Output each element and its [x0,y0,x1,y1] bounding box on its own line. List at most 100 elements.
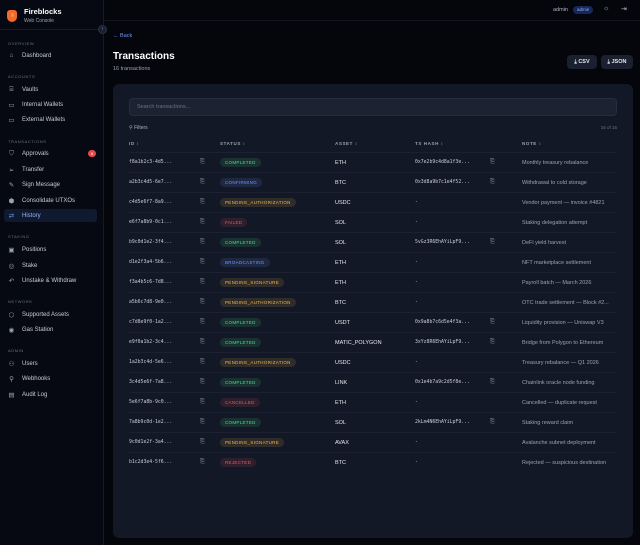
collapse-sidebar-button[interactable]: ‹ [98,25,107,34]
filters-button[interactable]: ⚲ Filters [129,125,148,131]
sidebar-item-unstake-withdraw[interactable]: ↶ Unstake & Withdraw [4,274,97,287]
transaction-id: 3c4d5e6f-7a8... [129,380,173,385]
table-row[interactable]: b1c2d3e4-5f6... ⎘ REJECTED BTC - Rejecte… [129,452,617,472]
logout-icon[interactable]: ⇥ [621,5,627,13]
bank-icon: ⌸ [9,85,14,93]
sidebar-item-approvals[interactable]: ⛉ Approvals 6 [4,147,97,160]
table-row[interactable]: f3a4b5c6-7d8... ⎘ PENDING_SIGNATURE ETH … [129,272,617,292]
pen-icon: ✎ [8,181,15,189]
sidebar-item-internal-wallets[interactable]: ▭ Internal Wallets [4,98,97,111]
table-row[interactable]: 7a8b9c0d-1e2... ⎘ COMPLETED SOL 2kLm4N6E… [129,412,617,432]
sidebar-item-audit-log[interactable]: ▤ Audit Log [4,388,97,401]
sidebar-item-gas-station[interactable]: ◉ Gas Station [4,323,97,336]
copy-id-icon[interactable]: ⎘ [200,359,205,366]
log-icon: ▤ [8,391,15,399]
export-json-button[interactable]: ⤓ JSON [601,55,633,69]
table-row[interactable]: 9c0d1e2f-3a4... ⎘ PENDING_SIGNATURE AVAX… [129,432,617,452]
sidebar-item-supported-assets[interactable]: ⬡ Supported Assets [4,308,97,321]
section-label: NETWORK [8,299,33,304]
table-row[interactable]: d1e2f3a4-5b6... ⎘ BROADCASTING ETH - NFT… [129,252,617,272]
tx-hash: 0x1e4b7a9c2d5f8e... [415,380,470,385]
table-row[interactable]: c7d8e9f0-1a2... ⎘ COMPLETED USDT 0x9a8b7… [129,312,617,332]
copy-id-icon[interactable]: ⎘ [200,459,205,466]
target-icon: ◎ [8,262,15,270]
note: Withdrawal to cold storage [522,180,587,186]
webhook-icon: ⚲ [9,375,14,383]
theme-toggle-icon[interactable]: ☼ [603,5,609,12]
asset: MATIC_POLYGON [335,340,382,346]
brand[interactable]: Fireblocks Web Console [7,7,62,24]
table-row[interactable]: c4d5e6f7-8a9... ⎘ PENDING_AUTHORIZATION … [129,192,617,212]
copy-hash-icon[interactable]: ⎘ [490,419,495,426]
export-csv-button[interactable]: ⤓ CSV [567,55,597,69]
note: Liquidity provision — Uniswap V3 [522,320,604,326]
sidebar-item-sign-message[interactable]: ✎ Sign Message [4,178,97,191]
send-icon: ➢ [8,166,15,174]
tx-hash: - [415,300,418,305]
sidebar-item-webhooks[interactable]: ⚲ Webhooks [4,372,97,385]
sidebar-item-history[interactable]: ⇄ History [4,209,97,222]
copy-id-icon[interactable]: ⎘ [200,439,205,446]
back-link[interactable]: ← Back [113,33,132,39]
sidebar-item-positions[interactable]: ▣ Positions [4,243,97,256]
sidebar-item-dashboard[interactable]: ⌂ Dashboard [4,49,97,62]
tx-hash: 0x3d8a9b7c1e4f52... [415,180,470,185]
column-header-status[interactable]: STATUS ↕ [220,141,246,146]
copy-id-icon[interactable]: ⎘ [200,259,205,266]
copy-id-icon[interactable]: ⎘ [200,279,205,286]
copy-id-icon[interactable]: ⎘ [200,299,205,306]
note: Rejected — suspicious destination [522,460,607,466]
status-badge: FAILED [220,217,248,227]
sidebar-item-transfer[interactable]: ➢ Transfer [4,163,97,176]
column-header-tx-hash[interactable]: TX HASH ↕ [415,141,444,146]
table-row[interactable]: 1a2b3c4d-5e6... ⎘ PENDING_AUTHORIZATION … [129,352,617,372]
sidebar-item-label: Supported Assets [22,311,70,318]
table-row[interactable]: e6f7a8b9-0c1... ⎘ FAILED SOL - Staking d… [129,212,617,232]
status-badge: COMPLETED [220,377,261,387]
table-row[interactable]: b9c0d1e2-3f4... ⎘ COMPLETED SOL 5vGz3R6E… [129,232,617,252]
copy-hash-icon[interactable]: ⎘ [490,179,495,186]
transaction-id: 7a8b9c0d-1e2... [129,420,173,425]
table-row[interactable]: a5b6c7d8-9e0... ⎘ PENDING_AUTHORIZATION … [129,292,617,312]
copy-id-icon[interactable]: ⎘ [200,339,205,346]
sidebar-item-label: Unstake & Withdraw [22,277,77,284]
asset: SOL [335,220,347,226]
copy-id-icon[interactable]: ⎘ [200,399,205,406]
table-row[interactable]: 3c4d5e6f-7a8... ⎘ COMPLETED LINK 0x1e4b7… [129,372,617,392]
column-header-id[interactable]: ID ↕ [129,141,139,146]
column-header-asset[interactable]: ASSET ↕ [335,141,358,146]
copy-id-icon[interactable]: ⎘ [200,419,205,426]
copy-hash-icon[interactable]: ⎘ [490,319,495,326]
sidebar-item-external-wallets[interactable]: ▭ External Wallets [4,113,97,126]
search-input[interactable]: Search transactions... [129,98,617,116]
copy-id-icon[interactable]: ⎘ [200,219,205,226]
table-row[interactable]: a2b3c4d5-6e7... ⎘ CONFIRMING BTC 0x3d8a9… [129,172,617,192]
transaction-id: d1e2f3a4-5b6... [129,260,173,265]
note: NFT marketplace settlement [522,260,591,266]
sidebar-item-stake[interactable]: ◎ Stake [4,259,97,272]
column-header-note[interactable]: NOTE ↕ [522,141,542,146]
copy-id-icon[interactable]: ⎘ [200,319,205,326]
note: OTC trade settlement — Block #2... [522,300,609,306]
table-row[interactable]: f8a1b2c3-4d5... ⎘ COMPLETED ETH 0x7e2b9c… [129,152,617,172]
copy-id-icon[interactable]: ⎘ [200,239,205,246]
copy-hash-icon[interactable]: ⎘ [490,159,495,166]
table-row[interactable]: e9f0a1b2-3c4... ⎘ COMPLETED MATIC_POLYGO… [129,332,617,352]
copy-id-icon[interactable]: ⎘ [200,179,205,186]
copy-hash-icon[interactable]: ⎘ [490,239,495,246]
copy-id-icon[interactable]: ⎘ [200,159,205,166]
sidebar-item-consolidate-utxos[interactable]: ⬢ Consolidate UTXOs [4,194,97,207]
copy-id-icon[interactable]: ⎘ [200,199,205,206]
asset: BTC [335,300,346,306]
section-label: STAKING [8,234,30,239]
sidebar-item-label: History [22,212,41,219]
copy-hash-icon[interactable]: ⎘ [490,339,495,346]
tx-hash: 0x9a8b7c6d5e4f3a... [415,320,470,325]
copy-hash-icon[interactable]: ⎘ [490,379,495,386]
sidebar-item-vaults[interactable]: ⌸ Vaults [4,83,97,96]
table-row[interactable]: 5e6f7a8b-9c0... ⎘ CANCELLED ETH - Cancel… [129,392,617,412]
filters-label: Filters [134,125,148,131]
copy-id-icon[interactable]: ⎘ [200,379,205,386]
tx-hash: 2kLm4N6EhAYiLpF9... [415,420,470,425]
sidebar-item-users[interactable]: ⚇ Users [4,357,97,370]
